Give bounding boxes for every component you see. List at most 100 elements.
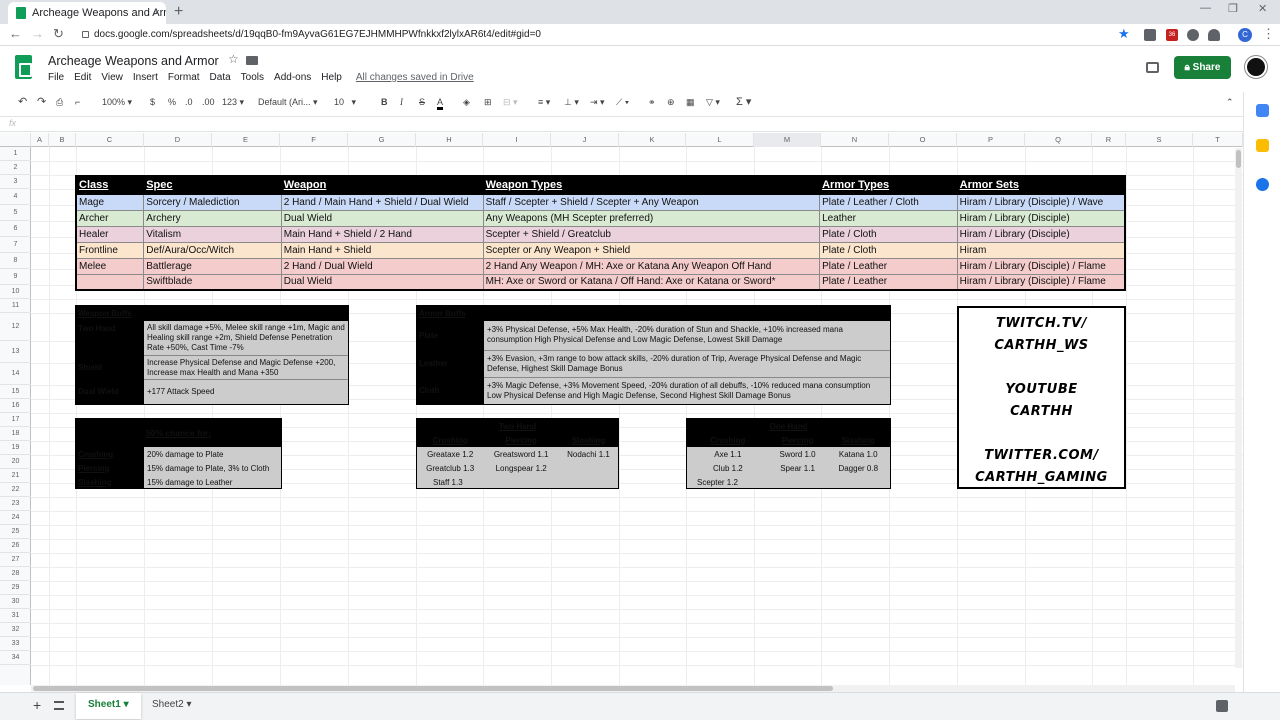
row-header[interactable]: 11 [0,299,31,313]
browser-tab[interactable]: Archeage Weapons and Armor - × [8,2,166,24]
table-cell[interactable]: Plate / Cloth [819,226,958,243]
row-header[interactable]: 30 [0,595,31,609]
table-cell[interactable]: Plate / Leather [819,258,958,275]
address-bar[interactable]: docs.google.com/spreadsheets/d/19qqB0-fm… [80,25,1140,44]
strikethrough-button[interactable]: S [419,97,425,107]
menu-data[interactable]: Data [210,72,231,83]
functions-button[interactable]: Σ ▾ [736,95,751,108]
extension-gamepad-icon[interactable] [1187,29,1199,41]
select-all-corner[interactable] [0,133,31,147]
increase-decimal-button[interactable]: .00 [202,97,215,107]
table-cell[interactable]: Any Weapons (MH Scepter preferred) [483,210,821,227]
percent-button[interactable]: % [168,97,176,107]
column-title[interactable]: Class [76,176,145,195]
row-header[interactable]: 20 [0,455,31,469]
new-tab-button[interactable]: + [174,2,183,22]
all-sheets-icon[interactable] [54,701,64,710]
column-header[interactable]: D [144,133,212,147]
row-header[interactable]: 24 [0,511,31,525]
row-header[interactable]: 21 [0,469,31,483]
menu-format[interactable]: Format [168,72,200,83]
table-cell[interactable]: Hiram / Library (Disciple) / Flame [957,258,1126,275]
paint-format-icon[interactable]: ⌐ [75,97,80,107]
tab-sheet1[interactable]: Sheet1 ▾ [76,693,141,719]
table-cell[interactable]: Hiram / Library (Disciple) [957,210,1126,227]
row-header[interactable]: 15 [0,385,31,399]
merge-cells-icon[interactable]: ⊟ ▾ [503,97,518,108]
column-header[interactable]: F [280,133,348,147]
column-header[interactable]: P [957,133,1025,147]
bold-button[interactable]: B [381,97,388,107]
add-sheet-button[interactable]: + [33,697,41,713]
table-cell[interactable]: Staff / Scepter + Shield / Scepter + Any… [483,194,821,211]
minimize-icon[interactable]: — [1200,2,1211,14]
borders-icon[interactable]: ⊞ [484,97,492,108]
table-cell[interactable]: 2 Hand / Dual Wield [281,258,484,275]
menu-view[interactable]: View [101,72,123,83]
redo-icon[interactable]: ↷ [37,95,46,108]
column-header[interactable]: O [889,133,957,147]
table-cell[interactable]: 2 Hand / Main Hand + Shield / Dual Wield [281,194,484,211]
move-folder-icon[interactable] [246,56,258,65]
zoom-select[interactable]: 100% ▾ [102,97,132,108]
row-header[interactable]: 33 [0,637,31,651]
menu-help[interactable]: Help [321,72,342,83]
row-header[interactable]: 6 [0,221,31,237]
table-cell[interactable]: Frontline [76,242,145,259]
table-cell[interactable]: Plate / Cloth [819,242,958,259]
explore-icon[interactable] [1216,700,1228,712]
column-header[interactable]: I [483,133,551,147]
column-header[interactable]: A [31,133,49,147]
tasks-icon[interactable] [1256,178,1269,191]
table-cell[interactable]: Hiram [957,242,1126,259]
row-header[interactable]: 29 [0,581,31,595]
table-cell[interactable]: Melee [76,258,145,275]
column-header[interactable]: N [821,133,889,147]
row-header[interactable]: 17 [0,413,31,427]
table-cell[interactable]: Plate / Leather / Cloth [819,194,958,211]
table-cell[interactable]: Vitalism [143,226,282,243]
text-rotation-icon[interactable]: ⟋ ▾ [616,97,629,108]
insert-chart-icon[interactable]: ▦ [686,97,695,108]
table-cell[interactable]: Plate / Leather [819,274,958,291]
text-color-button[interactable]: A [437,97,444,110]
insert-comment-icon[interactable]: ⊕ [667,97,675,108]
row-header[interactable]: 19 [0,441,31,455]
italic-button[interactable]: I [400,97,403,107]
table-cell[interactable]: Archer [76,210,145,227]
font-select[interactable]: Default (Ari... ▾ [258,97,318,108]
row-header[interactable]: 12 [0,313,31,341]
table-cell[interactable]: Main Hand + Shield / 2 Hand [281,226,484,243]
column-header[interactable]: E [212,133,280,147]
tab-sheet2[interactable]: Sheet2 ▾ [140,693,204,719]
column-header[interactable]: G [348,133,416,147]
maximize-icon[interactable]: ❐ [1228,2,1238,15]
column-header[interactable]: K [619,133,686,147]
decrease-decimal-button[interactable]: .0 [185,97,193,107]
row-header[interactable]: 27 [0,553,31,567]
column-title[interactable]: Spec [143,176,282,195]
row-header[interactable]: 2 [0,161,31,175]
share-button[interactable]: 🔒︎ Share [1174,56,1231,79]
row-header[interactable]: 28 [0,567,31,581]
row-header[interactable]: 7 [0,237,31,253]
more-formats-select[interactable]: 123 ▾ [222,97,244,108]
column-header[interactable]: C [76,133,144,147]
table-cell[interactable]: Scepter + Shield / Greatclub [483,226,821,243]
row-header[interactable]: 5 [0,205,31,221]
column-title[interactable]: Armor Types [819,176,958,195]
collapse-toolbar-icon[interactable]: ⌃ [1226,97,1234,108]
column-header[interactable]: L [686,133,754,147]
table-cell[interactable]: Scepter or Any Weapon + Shield [483,242,821,259]
column-title[interactable]: Weapon [281,176,484,195]
menu-file[interactable]: File [48,72,64,83]
extension-p-icon[interactable] [1144,29,1156,41]
menu-addons[interactable]: Add-ons [274,72,311,83]
reload-icon[interactable]: ↻ [53,26,64,42]
column-header[interactable]: H [416,133,483,147]
row-header[interactable]: 10 [0,285,31,299]
row-header[interactable]: 26 [0,539,31,553]
row-header[interactable]: 22 [0,483,31,497]
row-header[interactable]: 8 [0,253,31,269]
column-header[interactable]: Q [1025,133,1092,147]
